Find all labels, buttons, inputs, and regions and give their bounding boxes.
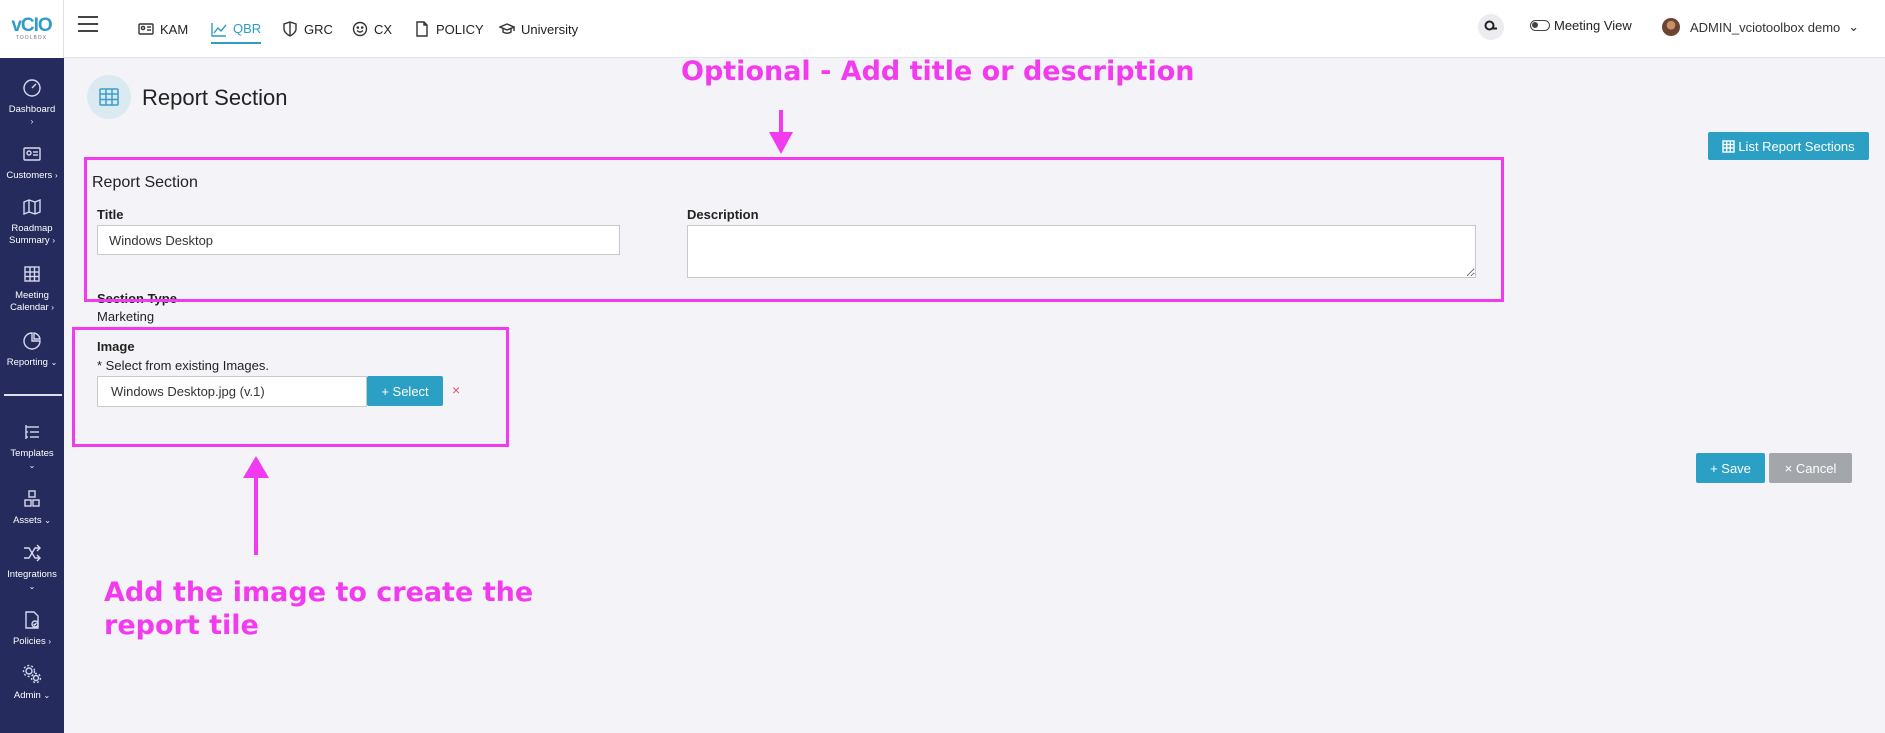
sidebar-item-label: Templates — [10, 448, 54, 459]
section-type-value: Marketing — [97, 309, 155, 324]
policies-icon — [25, 611, 39, 629]
arrow-down-head — [769, 132, 793, 154]
annotation-text-line: report tile — [104, 610, 259, 641]
sidebar-item-label: Admin — [13, 690, 41, 701]
cancel-button-label: × Cancel — [1784, 460, 1837, 476]
sidebar-item-policies[interactable]: Policies › — [0, 610, 64, 648]
document-icon — [416, 21, 428, 37]
chevron-down-icon: ⌄ — [43, 691, 51, 700]
nav-tab-label: QBR — [233, 21, 262, 36]
nav-tab-kam[interactable]: KAM — [138, 18, 188, 40]
logo-sub-text: TOOLBOX — [15, 35, 48, 41]
chevron-down-icon: ⌄ — [1848, 19, 1860, 34]
sidebar-item-label: Meeting Calendar — [10, 290, 49, 313]
integrations-icon — [24, 544, 41, 562]
annotation-box-title — [84, 157, 1504, 302]
annotation-text-top: Optional - Add title or description — [681, 56, 1195, 87]
logo-main-text: vCIO — [11, 15, 52, 36]
calendar-icon — [24, 266, 40, 282]
customers-icon — [23, 147, 41, 161]
sidebar-item-label: Customers — [6, 170, 53, 181]
sidebar-item-assets[interactable]: Assets ⌄ — [0, 489, 64, 527]
sidebar-item-customers[interactable]: Customers › — [0, 144, 64, 182]
chevron-down-icon: ⌄ — [50, 358, 58, 367]
sidebar-item-integrations[interactable]: Integrations ⌄ — [0, 543, 64, 593]
nav-tab-qbr[interactable]: QBR — [211, 18, 262, 44]
meeting-view-label: Meeting View — [1554, 18, 1632, 33]
cancel-button[interactable]: × Cancel — [1769, 453, 1852, 483]
search-icon — [1484, 20, 1497, 31]
sidebar-item-label: Policies — [12, 636, 46, 647]
sidebar-item-label: Dashboard — [8, 104, 56, 115]
user-name: ADMIN_vciotoolbox demo — [1690, 19, 1841, 35]
sidebar-item-templates[interactable]: Templates ⌄ — [0, 422, 64, 472]
map-icon — [23, 198, 41, 216]
pie-chart-icon — [23, 332, 41, 350]
chevron-down-icon: ⌄ — [44, 516, 51, 525]
avatar — [1662, 18, 1680, 36]
chevron-down-icon: ⌄ — [28, 461, 36, 470]
meeting-view-toggle[interactable]: Meeting View — [1530, 18, 1632, 33]
nav-tab-label: CX — [374, 21, 393, 37]
sidebar-item-label: Integrations — [7, 569, 57, 580]
sidebar-item-dashboard[interactable]: Dashboard › — [0, 78, 64, 128]
sidebar: vCIO TOOLBOX Dashboard › Customers › Road… — [0, 0, 64, 733]
nav-tab-cx[interactable]: CX — [352, 18, 392, 40]
chevron-right-icon: › — [52, 236, 55, 245]
nav-tab-policy[interactable]: POLICY — [414, 18, 484, 40]
nav-tab-label: KAM — [160, 21, 189, 37]
shield-icon — [283, 21, 297, 37]
nav-tab-university[interactable]: University — [499, 18, 578, 40]
chevron-right-icon: › — [51, 303, 54, 312]
sidebar-item-label: Reporting — [6, 357, 48, 368]
annotation-box-image — [72, 327, 509, 447]
graduation-cap-icon — [499, 23, 515, 34]
dashboard-icon — [23, 79, 41, 97]
line-chart-icon — [211, 22, 227, 37]
sidebar-item-meeting-calendar[interactable]: Meeting Calendar › — [0, 264, 64, 314]
smile-icon — [352, 21, 368, 37]
nav-tab-label: POLICY — [436, 21, 484, 37]
admin-icon — [22, 664, 42, 684]
top-navbar: KAM QBR GRC CX POLICY University Meeting… — [64, 0, 1885, 58]
chevron-right-icon: › — [54, 171, 58, 180]
annotation-text-bottom: Add the image to create the report tile — [104, 576, 533, 642]
templates-icon — [25, 425, 39, 439]
id-card-icon — [138, 23, 154, 35]
save-button[interactable]: + Save — [1696, 453, 1765, 483]
sidebar-item-admin[interactable]: Admin ⌄ — [0, 664, 64, 702]
chevron-down-icon: ⌄ — [28, 582, 36, 591]
save-button-label: + Save — [1710, 460, 1751, 476]
list-report-sections-button[interactable]: List Report Sections — [1708, 132, 1869, 160]
arrow-up-head — [243, 456, 269, 478]
search-button[interactable] — [1478, 14, 1504, 40]
table-icon — [1722, 139, 1736, 153]
assets-icon — [24, 490, 40, 507]
logo[interactable]: vCIO TOOLBOX — [0, 0, 64, 58]
nav-tab-grc[interactable]: GRC — [282, 18, 333, 40]
list-report-sections-label: List Report Sections — [1738, 138, 1855, 154]
menu-icon[interactable] — [78, 16, 98, 32]
sidebar-item-reporting[interactable]: Reporting ⌄ — [0, 331, 64, 369]
sidebar-item-roadmap-summary[interactable]: Roadmap Summary › — [0, 197, 64, 247]
chevron-right-icon: › — [48, 637, 52, 646]
toggle-icon — [1530, 20, 1550, 31]
user-menu[interactable]: ADMIN_vciotoolbox demo ⌄ — [1662, 18, 1859, 36]
annotation-text-line: Add the image to create the — [104, 577, 534, 608]
page-title: Report Section — [142, 85, 288, 110]
sidebar-item-label: Assets — [13, 515, 42, 526]
sidebar-divider — [4, 394, 62, 396]
nav-tab-label: GRC — [304, 21, 333, 37]
nav-tab-label: University — [521, 21, 579, 37]
chevron-right-icon: › — [30, 117, 34, 126]
sidebar-item-label: Roadmap Summary — [9, 223, 53, 246]
table-icon — [87, 75, 131, 119]
